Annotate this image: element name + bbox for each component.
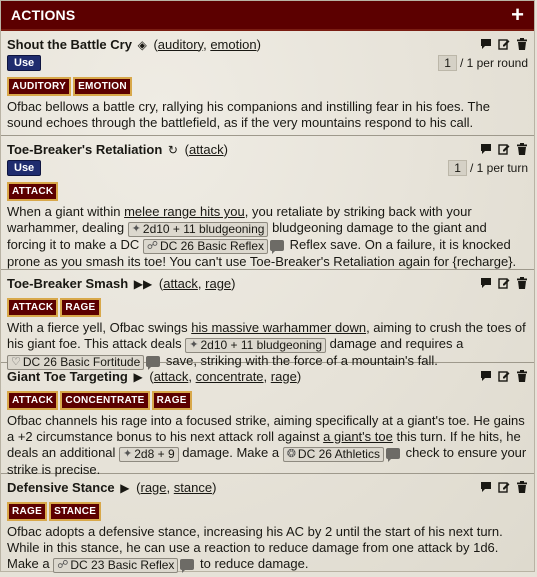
chat-icon[interactable]: [180, 559, 195, 574]
trait-link[interactable]: rage: [141, 480, 167, 495]
uses-counter: 1/ 1 per turn: [448, 160, 528, 176]
reaction-icon: ↻: [167, 142, 178, 157]
trash-icon[interactable]: [516, 38, 528, 50]
d20-icon: ✦: [131, 223, 141, 235]
damage-roll[interactable]: ✦ 2d10 + 11 bludgeoning: [185, 338, 327, 353]
trash-icon[interactable]: [516, 143, 528, 155]
action-item: Toe-Breaker Smash ▶▶ (attack, rage) ATTA…: [1, 270, 534, 371]
action-name[interactable]: Toe-Breaker Smash: [7, 276, 128, 291]
uses-current[interactable]: 1: [448, 160, 467, 176]
edit-icon[interactable]: [498, 370, 510, 382]
trash-icon[interactable]: [516, 277, 528, 289]
uses-current[interactable]: 1: [438, 55, 457, 71]
action-description: Ofbac channels his rage into a focused s…: [7, 413, 527, 477]
running-icon: ☍: [57, 559, 69, 571]
tag-rage[interactable]: RAGE: [60, 298, 101, 317]
actions-panel: ACTIONS + Shout the Battle Cry ◈ (audito…: [0, 0, 535, 574]
tag-attack[interactable]: ATTACK: [7, 298, 59, 317]
tag-rage[interactable]: RAGE: [7, 502, 48, 521]
chat-icon[interactable]: [270, 240, 285, 255]
trait-link[interactable]: stance: [174, 480, 212, 495]
action-name[interactable]: Giant Toe Targeting: [7, 369, 128, 384]
chat-icon[interactable]: [480, 38, 492, 50]
uses-counter: 1/ 1 per round: [438, 55, 528, 71]
edit-icon[interactable]: [498, 277, 510, 289]
running-icon: ☍: [146, 240, 158, 252]
skill-check[interactable]: ❂ DC 26 Athletics: [282, 447, 384, 462]
tag-attack[interactable]: ATTACK: [7, 391, 59, 410]
trait-link[interactable]: rage: [205, 276, 231, 291]
edit-icon[interactable]: [498, 143, 510, 155]
trait-link[interactable]: attack: [163, 276, 198, 291]
save-check[interactable]: ☍ DC 23 Basic Reflex: [53, 558, 179, 573]
trait-link[interactable]: emotion: [210, 37, 256, 52]
d20-icon: ✦: [189, 339, 199, 351]
edit-icon[interactable]: [498, 481, 510, 493]
d20-icon: ❂: [286, 448, 296, 460]
damage-roll[interactable]: ✦ 2d8 + 9: [119, 447, 179, 462]
trait-link[interactable]: rage: [271, 369, 297, 384]
chat-icon[interactable]: [480, 370, 492, 382]
action-name[interactable]: Shout the Battle Cry: [7, 37, 132, 52]
use-button[interactable]: Use: [7, 55, 42, 71]
trait-link[interactable]: attack: [189, 142, 224, 157]
action-description: Ofbac adopts a defensive stance, increas…: [7, 524, 503, 574]
tag-stance[interactable]: STANCE: [49, 502, 102, 521]
tag-concentrate[interactable]: CONCENTRATE: [60, 391, 150, 410]
action-description: When a giant within melee range hits you…: [7, 204, 517, 269]
use-button[interactable]: Use: [7, 160, 42, 176]
action-item: Toe-Breaker's Retaliation ↻ (attack) Use…: [1, 136, 534, 270]
action-name[interactable]: Defensive Stance: [7, 480, 115, 495]
free-action-icon: ◈: [137, 37, 147, 52]
action-name[interactable]: Toe-Breaker's Retaliation: [7, 142, 162, 157]
damage-roll[interactable]: ✦ 2d10 + 11 bludgeoning: [127, 222, 269, 237]
action-item: Defensive Stance ▶ (rage, stance) RAGE S…: [1, 474, 534, 577]
save-check[interactable]: ☍ DC 26 Basic Reflex: [142, 239, 269, 254]
one-action-icon: ▶: [133, 369, 143, 384]
action-item: Giant Toe Targeting ▶ (attack, concentra…: [1, 363, 534, 477]
tag-auditory[interactable]: AUDITORY: [7, 77, 72, 96]
chat-icon[interactable]: [385, 448, 400, 463]
edit-icon[interactable]: [498, 38, 510, 50]
action-item: Shout the Battle Cry ◈ (auditory, emotio…: [1, 31, 534, 136]
trash-icon[interactable]: [516, 481, 528, 493]
trait-link[interactable]: attack: [154, 369, 189, 384]
two-action-icon: ▶▶: [133, 276, 153, 291]
add-icon[interactable]: +: [511, 4, 524, 26]
one-action-icon: ▶: [120, 480, 130, 495]
tag-attack[interactable]: ATTACK: [7, 182, 59, 201]
chat-icon[interactable]: [480, 481, 492, 493]
trait-link[interactable]: auditory: [158, 37, 203, 52]
action-description: Ofbac bellows a battle cry, rallying his…: [7, 99, 490, 130]
chat-icon[interactable]: [480, 143, 492, 155]
d20-icon: ✦: [123, 448, 133, 460]
tag-emotion[interactable]: EMOTION: [73, 77, 132, 96]
chat-icon[interactable]: [480, 277, 492, 289]
tag-rage[interactable]: RAGE: [151, 391, 192, 410]
trash-icon[interactable]: [516, 370, 528, 382]
actions-header: ACTIONS +: [1, 1, 534, 31]
trait-link[interactable]: concentrate: [196, 369, 264, 384]
section-title: ACTIONS: [11, 7, 76, 23]
